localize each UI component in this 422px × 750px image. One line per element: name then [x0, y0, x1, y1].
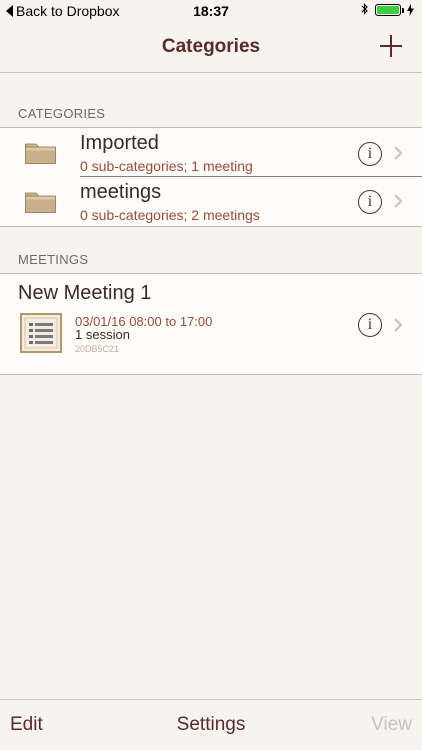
view-button[interactable]: View [371, 714, 412, 736]
battery-icon [375, 3, 404, 16]
status-icons [361, 3, 414, 16]
folder-icon [25, 143, 56, 164]
category-name: Imported [80, 132, 159, 154]
edit-button[interactable]: Edit [10, 714, 43, 736]
category-subtitle: 0 sub-categories; 2 meetings [80, 207, 260, 223]
meeting-id: 20DB5C21 [75, 344, 120, 354]
meeting-session-count: 1 session [75, 327, 130, 342]
status-bar: Back to Dropbox 18:37 [0, 0, 422, 22]
meeting-row[interactable]: New Meeting 1 03/01/16 08:00 to 17:00 1 … [0, 274, 422, 374]
category-row-imported[interactable]: Imported 0 sub-categories; 1 meeting i [0, 128, 422, 176]
folder-icon [25, 192, 56, 213]
category-name: meetings [80, 181, 162, 203]
page-title: Categories [161, 36, 261, 57]
settings-button-wrapper: Settings [0, 714, 422, 736]
info-icon[interactable]: i [358, 313, 382, 337]
meetings-list: New Meeting 1 03/01/16 08:00 to 17:00 1 … [0, 273, 422, 375]
status-time: 18:37 [193, 3, 229, 19]
category-row-meetings[interactable]: meetings 0 sub-categories; 2 meetings i [0, 177, 422, 225]
plus-icon[interactable] [378, 33, 404, 59]
chevron-right-icon [394, 146, 403, 160]
categories-section-header: CATEGORIES [18, 106, 106, 121]
meeting-title: New Meeting 1 [18, 282, 152, 304]
bottom-toolbar: Edit Settings View [0, 699, 422, 750]
category-subtitle: 0 sub-categories; 1 meeting [80, 158, 253, 174]
bluetooth-icon [361, 3, 368, 15]
chevron-right-icon [394, 318, 403, 332]
agenda-list-icon [20, 313, 62, 353]
categories-list: Imported 0 sub-categories; 1 meeting i m… [0, 127, 422, 227]
charging-icon [407, 3, 414, 16]
info-icon[interactable]: i [358, 190, 382, 214]
settings-button[interactable]: Settings [177, 714, 246, 735]
navigation-bar: Categories [0, 22, 422, 73]
info-icon[interactable]: i [358, 142, 382, 166]
chevron-right-icon [394, 194, 403, 208]
meetings-section-header: MEETINGS [18, 252, 89, 267]
